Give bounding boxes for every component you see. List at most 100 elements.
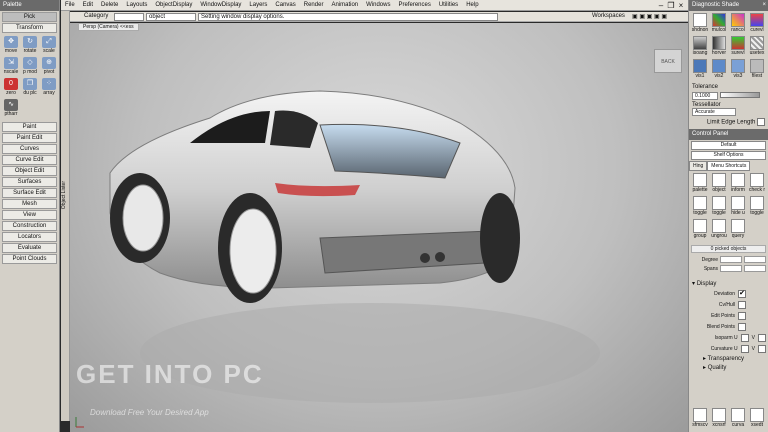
curevl-tool[interactable]: curevl [748, 13, 766, 35]
menu-utilities[interactable]: Utilities [439, 2, 458, 8]
curvature-v-checkbox[interactable] [758, 344, 766, 353]
spans-field-2[interactable] [744, 265, 766, 272]
vis1-tool[interactable]: vis1 [691, 59, 709, 81]
category-object-edit[interactable]: Object Edit [2, 166, 57, 176]
palette-tool[interactable]: palette [691, 173, 709, 195]
zero-tool[interactable]: 0 zero [2, 78, 20, 98]
isoang-tool[interactable]: isoang [691, 36, 709, 58]
limit-edge-label: Limit Edge Length [706, 119, 756, 126]
shelf-options-select[interactable]: Shelf Options [691, 151, 766, 160]
menu-objectdisplay[interactable]: ObjectDisplay [155, 2, 192, 8]
category-curves[interactable]: Curves [2, 144, 57, 154]
tolerance-slider[interactable] [719, 92, 760, 99]
menu-help[interactable]: Help [466, 2, 478, 8]
surevl-tool[interactable]: surevl [729, 36, 747, 58]
cvhull-checkbox[interactable] [738, 300, 746, 309]
vis2-tool[interactable]: vis2 [710, 59, 728, 81]
category-view[interactable]: View [2, 210, 57, 220]
perspective-viewport[interactable]: Persp (Camera) <<ess BACK GET INTO PC Do… [70, 23, 688, 432]
edit-points-checkbox[interactable] [738, 311, 746, 320]
path-array-tool[interactable]: ∿ ptharr [2, 99, 20, 119]
check-tool[interactable]: check r [748, 173, 766, 195]
pmod-tool[interactable]: ◇ p mod [21, 57, 39, 77]
query-tool[interactable]: query [729, 219, 747, 241]
xsedt-tool[interactable]: xsedt [748, 408, 766, 430]
transform-button[interactable]: Transform [2, 23, 57, 33]
object-lister-strip[interactable]: Object Lister [61, 11, 70, 421]
category-surfaces[interactable]: Surfaces [2, 177, 57, 187]
pivot-tool[interactable]: ⊕ pivot [40, 57, 58, 77]
display-section[interactable]: ▾ Display [689, 279, 768, 288]
limit-edge-checkbox[interactable] [757, 118, 765, 126]
tolerance-input[interactable]: 0.1000 [692, 92, 718, 100]
category-locators[interactable]: Locators [2, 232, 57, 242]
workspaces-label[interactable]: Workspaces [592, 13, 625, 19]
restore-icon[interactable]: ❐ [666, 0, 676, 11]
curvature-u-checkbox[interactable] [740, 344, 749, 353]
isoparm-u-checkbox[interactable] [740, 333, 749, 342]
rotate-tool[interactable]: ↻ rotate [21, 36, 39, 56]
hide-tool[interactable]: hide u [729, 196, 747, 218]
blend-points-checkbox[interactable] [738, 322, 746, 331]
inform-tool[interactable]: inform [729, 173, 747, 195]
filest-tool[interactable]: filest [748, 59, 766, 81]
preset-select[interactable]: Default [691, 141, 766, 150]
category-paint-edit[interactable]: Paint Edit [2, 133, 57, 143]
isoparm-v-checkbox[interactable] [758, 333, 766, 342]
tab-menu-shortcuts[interactable]: Menu Shortcuts [707, 161, 751, 171]
menu-render[interactable]: Render [304, 2, 324, 8]
minimize-icon[interactable]: – [656, 0, 666, 11]
mulcol-tool[interactable]: mulcol [710, 13, 728, 35]
rancol-tool[interactable]: rancol [729, 13, 747, 35]
pick-button[interactable]: Pick [2, 12, 57, 22]
quality-section[interactable]: ▸ Quality [689, 363, 768, 372]
toggle-tool-3[interactable]: toggle [748, 196, 766, 218]
workspace-tab-icons[interactable]: ▣ ▣ ▣ ▣ ▣ [632, 13, 667, 20]
spans-field[interactable] [720, 265, 742, 272]
nscale-tool[interactable]: ⇲ nscale [2, 57, 20, 77]
move-tool[interactable]: ✥ move [2, 36, 20, 56]
tessellator-select[interactable]: Accurate [692, 108, 736, 116]
ungroup-tool[interactable]: ungrou [710, 219, 728, 241]
duplicate-tool[interactable]: ❐ du plc [21, 78, 39, 98]
category-construction[interactable]: Construction [2, 221, 57, 231]
menu-file[interactable]: File [65, 2, 75, 8]
array-tool[interactable]: ⁘ array [40, 78, 58, 98]
transparency-section[interactable]: ▸ Transparency [689, 354, 768, 363]
category-point-clouds[interactable]: Point Clouds [2, 254, 57, 264]
category-evaluate[interactable]: Evaluate [2, 243, 57, 253]
sfmscv-tool[interactable]: sfmscv [691, 408, 709, 430]
menu-preferences[interactable]: Preferences [398, 2, 430, 8]
horver-tool[interactable]: horver [710, 36, 728, 58]
category-surface-edit[interactable]: Surface Edit [2, 188, 57, 198]
category-mesh[interactable]: Mesh [2, 199, 57, 209]
close-icon[interactable]: × [676, 0, 686, 11]
category-select[interactable] [114, 13, 144, 21]
group-tool[interactable]: group [691, 219, 709, 241]
toggle-tool-2[interactable]: toggle [710, 196, 728, 218]
category-paint[interactable]: Paint [2, 122, 57, 132]
category-curve-edit[interactable]: Curve Edit [2, 155, 57, 165]
vis3-tool[interactable]: vis3 [729, 59, 747, 81]
object-field[interactable]: object [146, 13, 196, 21]
menu-canvas[interactable]: Canvas [275, 2, 295, 8]
degree-field[interactable] [720, 256, 742, 263]
curva-tool[interactable]: curva [729, 408, 747, 430]
close-icon[interactable]: × [762, 0, 766, 11]
menu-windowdisplay[interactable]: WindowDisplay [200, 2, 241, 8]
tab-hing[interactable]: Hing [689, 161, 708, 171]
xcnsrf-tool[interactable]: xcnsrf [710, 408, 728, 430]
menu-layers[interactable]: Layers [249, 2, 267, 8]
degree-field-2[interactable] [744, 256, 766, 263]
toggle-tool-1[interactable]: toggle [691, 196, 709, 218]
menu-layouts[interactable]: Layouts [126, 2, 147, 8]
usetex-tool[interactable]: usetex [748, 36, 766, 58]
object-tool[interactable]: object [710, 173, 728, 195]
shdnon-tool[interactable]: shdnon [691, 13, 709, 35]
menu-windows[interactable]: Windows [366, 2, 390, 8]
deviation-checkbox[interactable]: ✔ [738, 289, 746, 298]
scale-tool[interactable]: ⤢ scale [40, 36, 58, 56]
menu-animation[interactable]: Animation [331, 2, 358, 8]
menu-edit[interactable]: Edit [83, 2, 93, 8]
menu-delete[interactable]: Delete [101, 2, 118, 8]
